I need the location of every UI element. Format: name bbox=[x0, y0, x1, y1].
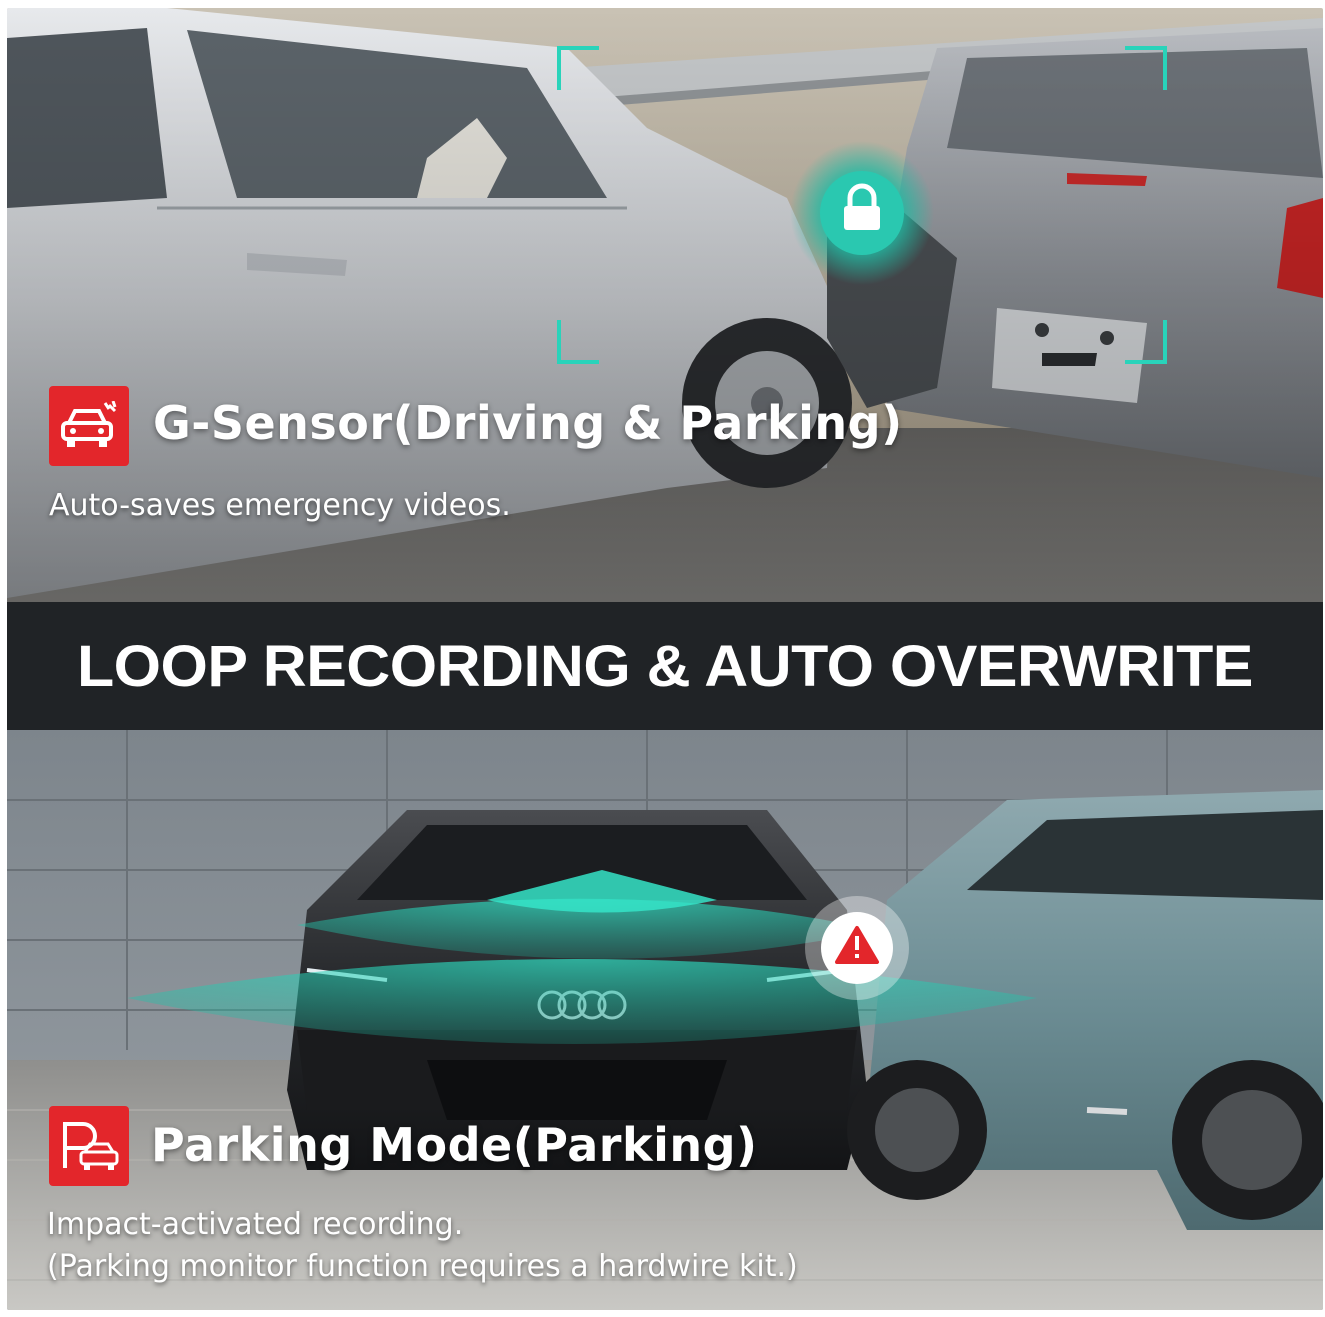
banner-title: LOOP RECORDING & AUTO OVERWRITE bbox=[77, 633, 1253, 699]
parking-mode-panel: Parking Mode(Parking) Impact-activated r… bbox=[7, 730, 1323, 1310]
feature-infographic: G-Sensor(Driving & Parking) Auto-saves e… bbox=[7, 8, 1323, 1310]
parking-mode-title: Parking Mode(Parking) bbox=[151, 1118, 758, 1172]
g-sensor-panel: G-Sensor(Driving & Parking) Auto-saves e… bbox=[7, 8, 1323, 608]
car-crash-icon bbox=[49, 386, 129, 466]
g-sensor-description: Auto-saves emergency videos. bbox=[49, 488, 511, 523]
parking-mode-description-line-1: Impact-activated recording. bbox=[47, 1207, 464, 1242]
parking-mode-description-line-2: (Parking monitor function requires a har… bbox=[47, 1249, 798, 1284]
headline-banner: LOOP RECORDING & AUTO OVERWRITE bbox=[7, 602, 1323, 730]
g-sensor-title: G-Sensor(Driving & Parking) bbox=[153, 396, 903, 450]
parking-car-icon bbox=[49, 1106, 129, 1186]
